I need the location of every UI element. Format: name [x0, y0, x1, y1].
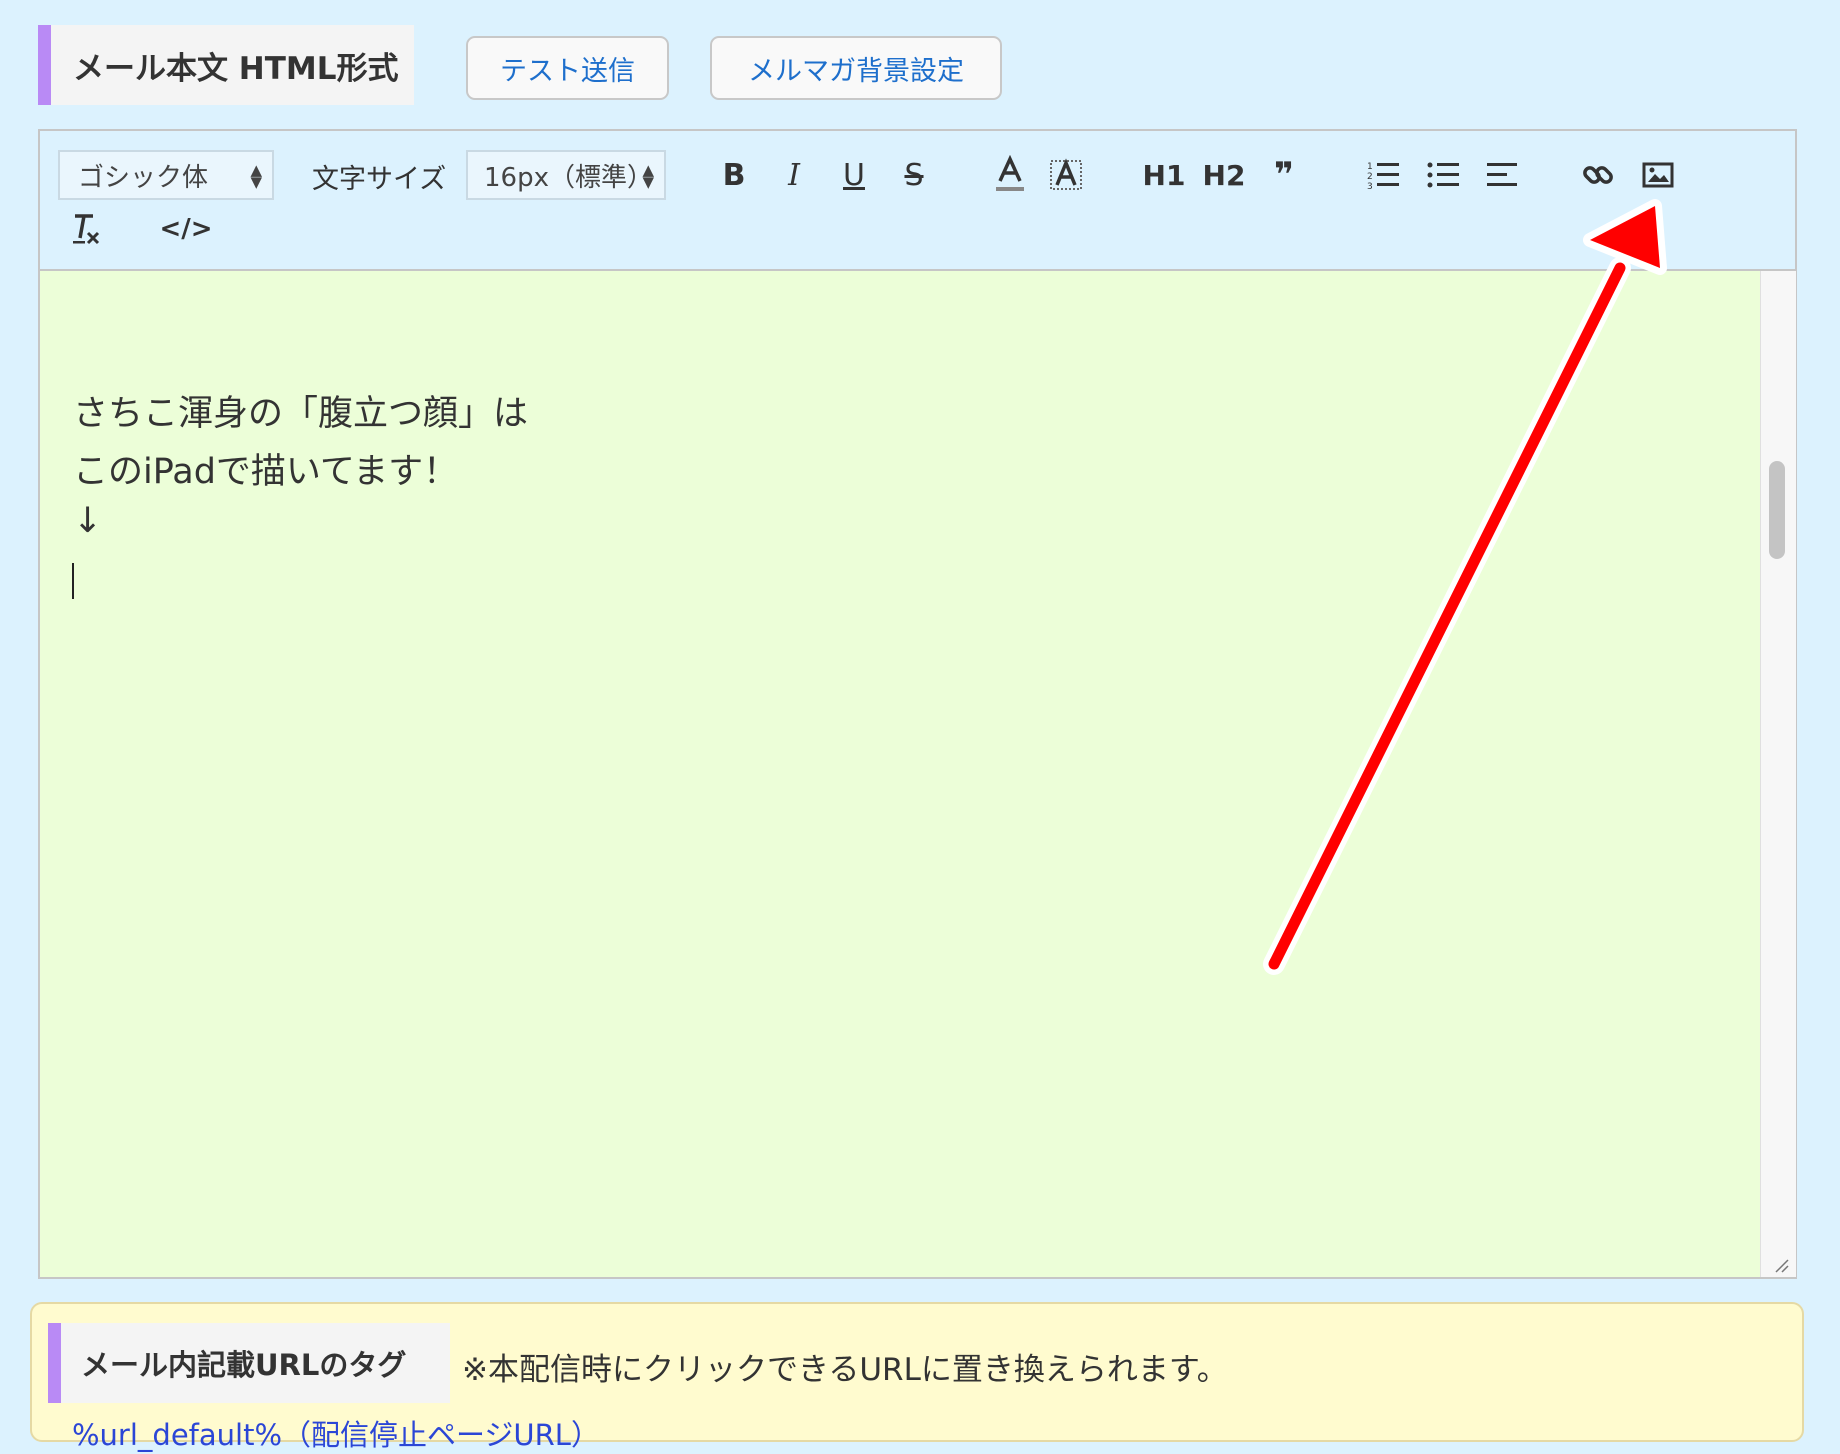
- test-send-label: テスト送信: [500, 55, 635, 87]
- clear-format-button[interactable]: [64, 207, 108, 251]
- svg-text:1: 1: [1367, 162, 1373, 172]
- editor-toolbar: ゴシック体 ▲ ▼ 文字サイズ 16px（標準） ▲ ▼ B I U S H1 …: [40, 131, 1795, 271]
- image-icon: [1642, 162, 1674, 188]
- url-tag-title: メール内記載URLのタグ: [48, 1323, 450, 1403]
- content-line: ↓: [73, 501, 103, 541]
- source-code-button[interactable]: </>: [159, 207, 212, 251]
- select-arrows-icon: ▲ ▼: [250, 161, 262, 191]
- strikethrough-button[interactable]: S: [892, 153, 936, 197]
- strikethrough-icon: S: [904, 157, 924, 193]
- resize-grip-icon[interactable]: [1773, 1257, 1789, 1273]
- font-size-label: 文字サイズ: [312, 164, 447, 195]
- insert-link-button[interactable]: [1576, 153, 1620, 197]
- content-line: このiPadで描いてます！: [73, 452, 459, 492]
- bullet-list-button[interactable]: [1422, 153, 1466, 197]
- heading2-button[interactable]: H2: [1202, 153, 1246, 197]
- background-color-button[interactable]: [1044, 153, 1088, 197]
- bullet-list-icon: [1427, 162, 1459, 188]
- unsubscribe-url-tag-link[interactable]: %url_default%（配信停止ページURL）: [72, 1412, 600, 1454]
- select-arrows-icon: ▲ ▼: [642, 161, 654, 191]
- italic-icon: I: [788, 157, 800, 193]
- rich-text-editor: ゴシック体 ▲ ▼ 文字サイズ 16px（標準） ▲ ▼ B I U S H1 …: [38, 129, 1797, 1279]
- blockquote-button[interactable]: ❞: [1262, 153, 1306, 197]
- code-icon: </>: [159, 214, 213, 244]
- editor-scrollbar[interactable]: [1760, 271, 1796, 1277]
- text-color-button[interactable]: [988, 153, 1032, 197]
- url-tag-title-text: メール内記載URLのタグ: [81, 1348, 407, 1382]
- underline-icon: U: [843, 157, 865, 193]
- heading1-button[interactable]: H1: [1142, 153, 1186, 197]
- test-send-button[interactable]: テスト送信: [466, 36, 669, 100]
- clear-format-icon: [73, 214, 100, 245]
- content-line: さちこ渾身の「腹立つ顔」は: [73, 394, 529, 434]
- link-icon: [1583, 166, 1613, 184]
- background-settings-label: メルマガ背景設定: [748, 55, 964, 87]
- ordered-list-button[interactable]: 1 2 3: [1362, 153, 1406, 197]
- font-family-select[interactable]: ゴシック体 ▲ ▼: [58, 150, 274, 200]
- bold-icon: B: [722, 157, 746, 193]
- font-size-value: 16px（標準）: [484, 162, 653, 193]
- font-size-select[interactable]: 16px（標準） ▲ ▼: [466, 150, 666, 200]
- underline-button[interactable]: U: [832, 153, 876, 197]
- section-title: メール本文 HTML形式: [38, 25, 414, 105]
- insert-image-button[interactable]: [1636, 153, 1680, 197]
- heading2-icon: H2: [1202, 158, 1246, 192]
- bold-button[interactable]: B: [712, 153, 756, 197]
- align-left-icon: [1487, 163, 1517, 186]
- background-color-icon: [1050, 158, 1082, 190]
- editor-content[interactable]: さちこ渾身の「腹立つ顔」は このiPadで描いてます！ ↓: [40, 271, 1760, 1277]
- italic-button[interactable]: I: [772, 153, 816, 197]
- heading1-icon: H1: [1142, 158, 1186, 192]
- scroll-thumb[interactable]: [1769, 461, 1785, 559]
- background-settings-button[interactable]: メルマガ背景設定: [710, 36, 1002, 100]
- section-title-text: メール本文 HTML形式: [73, 50, 399, 87]
- font-family-value: ゴシック体: [78, 162, 209, 193]
- svg-text:3: 3: [1367, 182, 1373, 190]
- url-tag-panel: メール内記載URLのタグ ※本配信時にクリックできるURLに置き換えられます。 …: [30, 1302, 1804, 1452]
- align-left-button[interactable]: [1480, 153, 1524, 197]
- svg-text:2: 2: [1367, 172, 1373, 182]
- text-color-icon: [996, 155, 1024, 191]
- url-tag-note: ※本配信時にクリックできるURLに置き換えられます。: [462, 1352, 1228, 1388]
- text-caret: [72, 563, 74, 599]
- quote-icon: ❞: [1274, 155, 1294, 195]
- ordered-list-icon: 1 2 3: [1367, 162, 1399, 190]
